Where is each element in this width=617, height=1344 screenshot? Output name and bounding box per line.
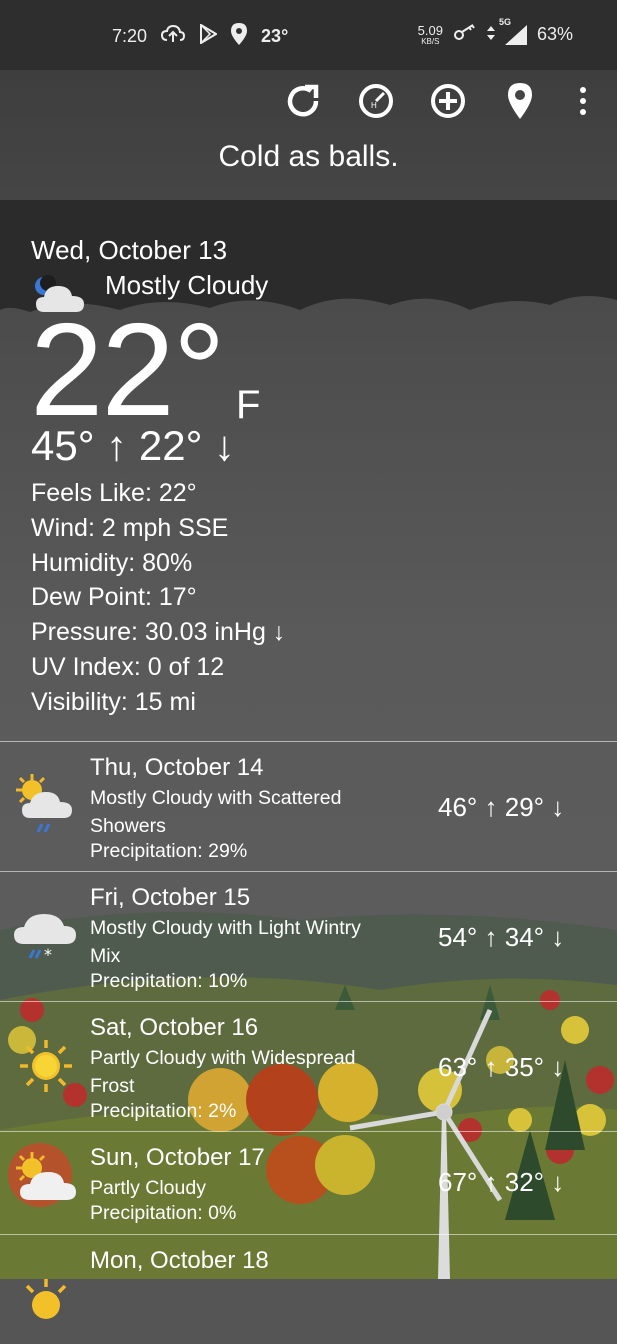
forecast-date: Sun, October 17	[90, 1144, 265, 1171]
forecast-precipitation: Precipitation: 10%	[90, 970, 248, 992]
current-date: Wed, October 13	[31, 235, 228, 265]
play-store-icon	[199, 23, 218, 49]
forecast-date: Thu, October 14	[90, 754, 264, 781]
forecast-day[interactable]: Sun, October 17 Partly Cloudy Precipitat…	[0, 1131, 617, 1234]
feels-like: Feels Like: 22°	[31, 479, 197, 507]
forecast-precipitation: Precipitation: 29%	[90, 840, 248, 862]
sun-cloud-rain-icon	[12, 772, 80, 840]
refresh-button[interactable]	[280, 78, 326, 124]
cloud-upload-icon	[161, 24, 186, 49]
forecast-date: Mon, October 18	[90, 1247, 269, 1274]
net-speed-value: 5.09	[417, 22, 443, 38]
pressure: Pressure: 30.03 inHg ↓	[31, 618, 286, 647]
forecast-condition: Partly Cloudy	[90, 1177, 206, 1199]
status-temp: 23°	[261, 26, 289, 46]
forecast-day[interactable]: Mon, October 18	[0, 1234, 617, 1319]
network-type: 5G	[498, 16, 511, 27]
location-button[interactable]	[497, 78, 543, 124]
more-options-button[interactable]	[560, 78, 606, 124]
more-vert-icon	[580, 87, 586, 115]
forecast-list: Thu, October 14 Mostly Cloudy with Scatt…	[0, 741, 617, 1319]
forecast-day[interactable]: Sat, October 16 Partly Cloudy with Wides…	[0, 1001, 617, 1131]
sun-icon	[12, 1271, 80, 1339]
status-bar: 7:20 23° 5.09 KB/S 5G 63%	[0, 0, 617, 70]
cloud-sleet-icon: *	[12, 902, 80, 970]
net-speed: 5.09 KB/S	[418, 24, 443, 46]
temperature-unit: F	[236, 383, 261, 427]
humidity: Humidity: 80%	[31, 548, 193, 577]
history-icon: H	[359, 84, 393, 118]
signal-icon: 5G	[499, 17, 527, 45]
forecast-hi-lo: 67° ↑ 32° ↓	[438, 1167, 565, 1197]
forecast-date: Sat, October 16	[90, 1014, 259, 1041]
clock: 7:20	[112, 26, 148, 46]
forecast-hi-lo: 54° ↑ 34° ↓	[438, 922, 565, 952]
sun-cloud-icon	[12, 1150, 80, 1218]
forecast-day[interactable]: * Fri, October 15 Mostly Cloudy with Lig…	[0, 871, 617, 1001]
battery-level: 63%	[536, 24, 573, 44]
svg-text:H: H	[371, 101, 377, 110]
data-arrows-icon	[486, 24, 495, 45]
svg-text:*: *	[44, 945, 52, 964]
forecast-hi-lo: 46° ↑ 29° ↓	[438, 792, 565, 822]
refresh-icon	[287, 84, 319, 117]
add-location-button[interactable]	[425, 78, 471, 124]
dew-point: Dew Point: 17°	[31, 583, 197, 612]
forecast-precipitation: Precipitation: 0%	[90, 1202, 237, 1224]
sun-icon	[12, 1032, 80, 1100]
forecast-condition: Partly Cloudy with Widespread Frost	[90, 1047, 356, 1097]
current-details: Feels Like: 22° Wind: 2 mph SSE Humidity…	[31, 476, 285, 720]
add-icon	[431, 84, 465, 118]
forecast-day[interactable]: Thu, October 14 Mostly Cloudy with Scatt…	[0, 741, 617, 871]
history-button[interactable]: H	[353, 78, 399, 124]
forecast-precipitation: Precipitation: 2%	[90, 1100, 237, 1122]
vpn-key-icon	[453, 23, 477, 46]
uv-index: UV Index: 0 of 12	[31, 652, 225, 681]
wind: Wind: 2 mph SSE	[31, 513, 229, 542]
visibility: Visibility: 15 mi	[31, 687, 196, 716]
header-quote: Cold as balls.	[218, 140, 399, 173]
toolbar: H	[0, 78, 617, 124]
forecast-hi-lo: 63° ↑ 35° ↓	[438, 1052, 565, 1082]
location-pin-icon	[231, 23, 248, 50]
forecast-condition: Mostly Cloudy with Scattered Showers	[90, 787, 342, 837]
current-hi-lo: 45° ↑ 22° ↓	[31, 422, 236, 469]
net-speed-unit: KB/S	[421, 36, 440, 46]
location-icon	[508, 83, 532, 119]
forecast-date: Fri, October 15	[90, 884, 251, 911]
forecast-condition: Mostly Cloudy with Light Wintry Mix	[90, 917, 361, 967]
current-temperature: 22°	[30, 296, 226, 443]
